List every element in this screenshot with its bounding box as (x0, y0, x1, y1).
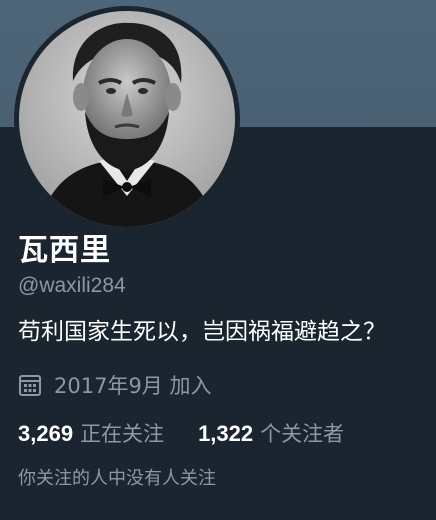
avatar-portrait-image (19, 11, 235, 227)
followers-count: 1,322 (198, 421, 254, 446)
followers-label: 个关注者 (260, 422, 345, 446)
profile-avatar[interactable] (14, 6, 240, 232)
following-count: 3,269 (18, 421, 74, 446)
mutual-followers-note: 你关注的人中没有人关注 (18, 468, 216, 489)
joined-date-text: 2017年9月 加入 (54, 374, 212, 398)
joined-date: 2017年9月 加入 (18, 370, 211, 400)
following-link[interactable]: 3,269 正在关注 (18, 418, 164, 448)
followers-link[interactable]: 1,322 个关注者 (198, 418, 344, 448)
profile-bio: 苟利国家生死以，岂因祸福避趋之？ (18, 319, 386, 345)
display-name: 瓦西里 (18, 233, 111, 268)
follow-stats: 3,269 正在关注 1,322 个关注者 (18, 418, 344, 448)
calendar-icon (19, 375, 41, 396)
following-label: 正在关注 (80, 422, 165, 446)
user-handle: @waxili284 (18, 274, 126, 297)
